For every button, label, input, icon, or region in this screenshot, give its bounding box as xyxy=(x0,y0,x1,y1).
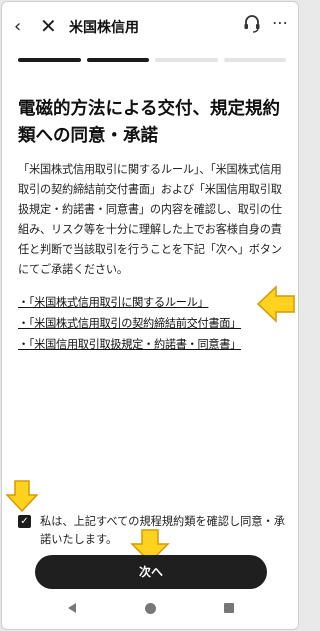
step-progress xyxy=(18,58,286,62)
close-icon[interactable]: ✕ xyxy=(40,14,57,38)
link-pre-contract-document[interactable]: ・「米国株式信用取引の契約締結前交付書面」 xyxy=(18,313,288,334)
link-terms-agreement[interactable]: ・「米国信用取引取扱規定・約諾書・同意書」 xyxy=(18,334,288,355)
back-icon[interactable]: ‹ xyxy=(14,16,21,37)
more-icon[interactable]: ⋯ xyxy=(272,13,289,32)
nav-home-icon[interactable] xyxy=(145,603,156,614)
nav-recent-apps-icon[interactable] xyxy=(224,603,234,613)
progress-step-3 xyxy=(155,58,218,62)
next-button[interactable]: 次へ xyxy=(35,555,267,589)
progress-step-2 xyxy=(86,58,149,62)
progress-step-1 xyxy=(18,58,81,62)
app-header: ‹ ✕ 米国株信用 ⋯ xyxy=(2,2,298,50)
link-us-margin-rules[interactable]: ・「米国株式信用取引に関するルール」 xyxy=(18,292,288,313)
nav-back-icon[interactable] xyxy=(68,603,76,613)
arrow-down-checkbox-annotation-icon xyxy=(6,480,38,512)
arrow-left-annotation-icon xyxy=(256,285,295,323)
page-title: 米国株信用 xyxy=(69,20,139,36)
progress-step-4 xyxy=(223,58,286,62)
consent-checkbox[interactable]: ✓ xyxy=(18,515,31,528)
section-title: 電磁的方法による交付、規定規約類への同意・承諾 xyxy=(18,99,280,146)
document-links: ・「米国株式信用取引に関するルール」 ・「米国株式信用取引の契約締結前交付書面」… xyxy=(18,292,288,355)
phone-screen: ‹ ✕ 米国株信用 ⋯ 電磁的方法による交付、規定規約類への同意・承諾 「米国株… xyxy=(1,1,299,630)
description-text: 「米国株式信用取引に関するルール」、「米国株式信用取引の契約締結前交付書面」およ… xyxy=(18,163,282,276)
headset-icon[interactable] xyxy=(243,14,261,34)
system-nav-bar xyxy=(2,592,298,629)
